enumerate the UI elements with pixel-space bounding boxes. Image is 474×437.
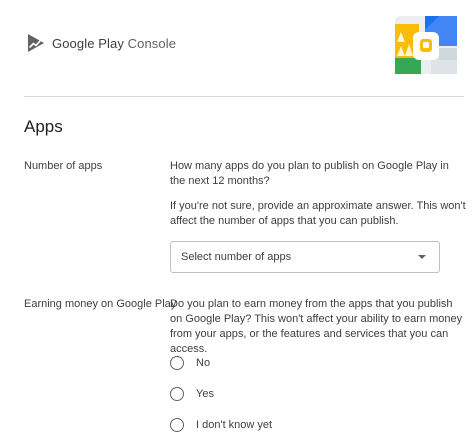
- radio-label: Yes: [196, 388, 214, 400]
- header: Google Play Console: [0, 0, 474, 96]
- number-of-apps-label: Number of apps: [24, 160, 103, 172]
- page-title: Apps: [24, 117, 63, 136]
- earning-money-label: Earning money on Google Play: [24, 298, 177, 310]
- header-divider: [24, 96, 464, 97]
- play-console-logo-icon: [28, 34, 44, 52]
- radio-label: No: [196, 357, 211, 369]
- radio-circle-icon[interactable]: [170, 356, 184, 370]
- radio-option-yes[interactable]: Yes: [170, 387, 214, 401]
- radio-label: I don't know yet: [196, 419, 273, 431]
- earning-money-question: Do you plan to earn money from the apps …: [170, 298, 463, 355]
- logo-text: Google Play Console: [52, 36, 176, 51]
- radio-circle-icon[interactable]: [170, 387, 184, 401]
- number-of-apps-question: How many apps do you plan to publish on …: [170, 160, 449, 187]
- google-play-console-logo[interactable]: Google Play Console: [26, 32, 176, 54]
- number-of-apps-select[interactable]: Select number of apps: [170, 241, 440, 273]
- number-of-apps-hint: If you're not sure, provide an approxima…: [170, 200, 466, 227]
- logo-brand: Google Play: [52, 35, 124, 51]
- dropdown-arrow-icon: [418, 255, 426, 259]
- radio-circle-icon[interactable]: [170, 418, 184, 432]
- radio-option-dont-know[interactable]: I don't know yet: [170, 418, 272, 432]
- logo-product: Console: [127, 35, 177, 51]
- radio-option-no[interactable]: No: [170, 356, 210, 370]
- play-store-illustration-icon: [395, 16, 457, 74]
- select-value: Select number of apps: [181, 251, 292, 263]
